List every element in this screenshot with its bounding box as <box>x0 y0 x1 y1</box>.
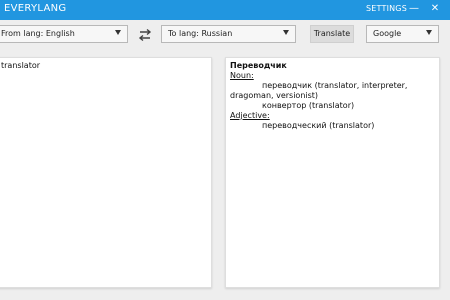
app-title: EVERYLANG <box>4 3 67 14</box>
source-text: translator <box>1 61 41 70</box>
chevron-down-icon <box>115 30 121 35</box>
result-content: Переводчик Noun: переводчик (translator,… <box>230 61 436 131</box>
result-headword: Переводчик <box>230 61 287 70</box>
engine-select[interactable]: Google <box>366 25 439 43</box>
toolbar: From lang: English To lang: Russian Tran… <box>0 20 450 50</box>
engine-value: Google <box>373 29 402 38</box>
part-of-speech-noun: Noun: <box>230 71 254 80</box>
to-lang-select[interactable]: To lang: Russian <box>161 25 296 43</box>
result-panel: Переводчик Noun: переводчик (translator,… <box>225 57 440 288</box>
part-of-speech-adjective: Adjective: <box>230 111 270 120</box>
translation-entry: переводческий (translator) <box>262 121 375 130</box>
from-lang-select[interactable]: From lang: English <box>0 25 128 43</box>
translation-entry: конвертор (translator) <box>262 101 355 110</box>
chevron-down-icon <box>426 30 432 35</box>
swap-arrows-icon[interactable] <box>137 28 153 42</box>
close-button[interactable]: ✕ <box>428 2 442 16</box>
to-lang-value: To lang: Russian <box>168 29 233 38</box>
translation-entry: переводчик (translator, interpreter, dra… <box>230 81 408 100</box>
from-lang-value: From lang: English <box>1 29 75 38</box>
title-bar: EVERYLANG SETTINGS — ✕ <box>0 0 450 20</box>
source-text-area[interactable]: translator <box>0 57 212 288</box>
settings-link[interactable]: SETTINGS <box>366 4 407 13</box>
chevron-down-icon <box>283 30 289 35</box>
translate-button[interactable]: Translate <box>310 25 354 43</box>
minimize-button[interactable]: — <box>407 2 421 16</box>
